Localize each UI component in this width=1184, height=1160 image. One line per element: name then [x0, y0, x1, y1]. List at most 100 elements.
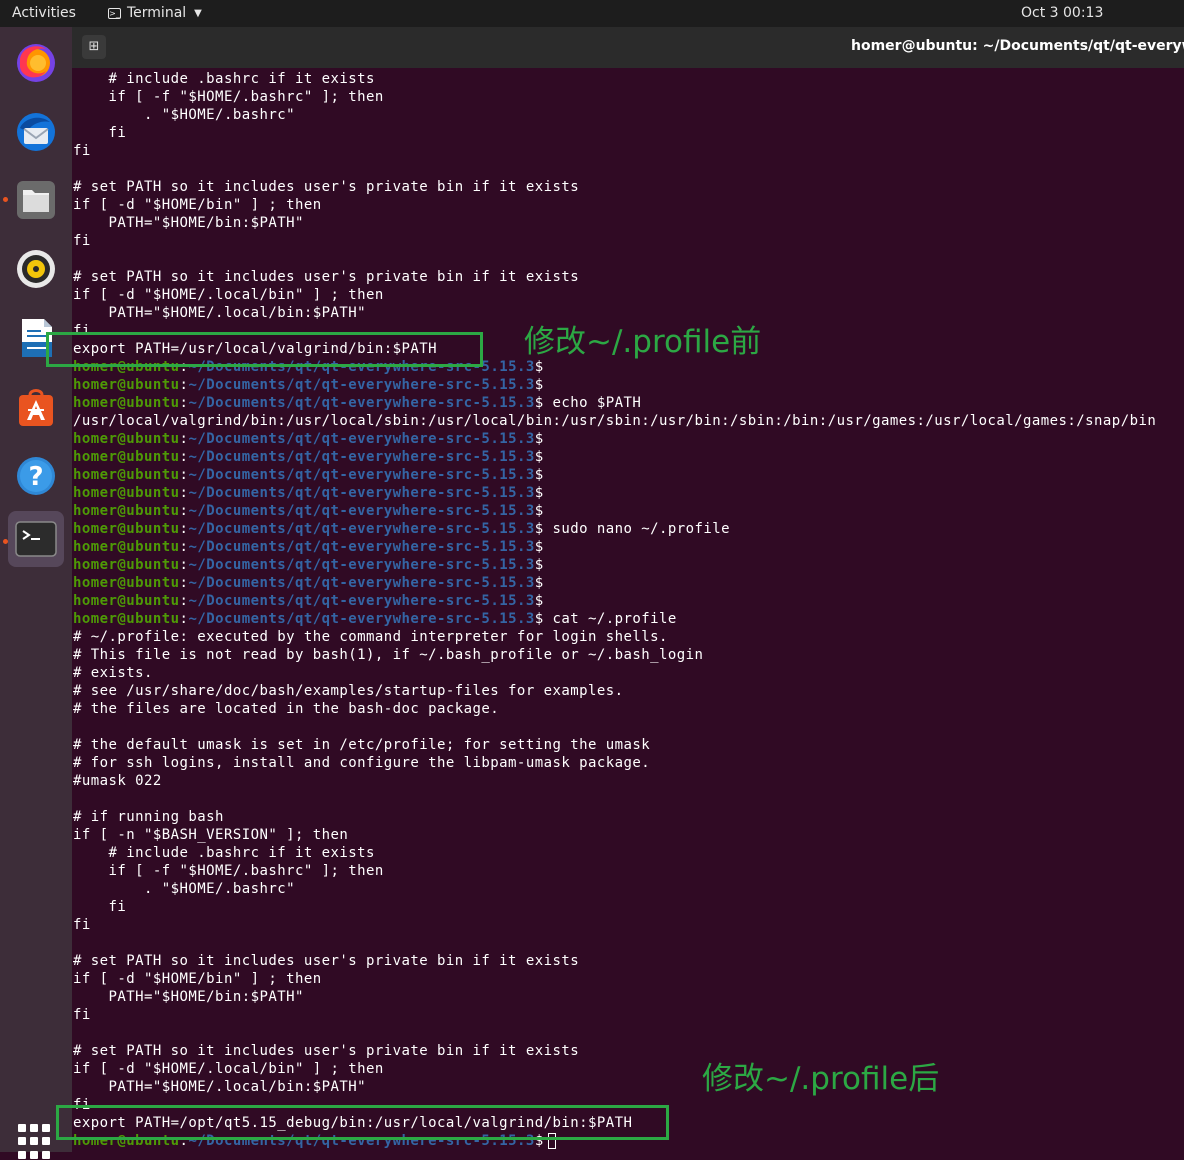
output-line: fi: [73, 1007, 91, 1023]
terminal-icon: [15, 521, 57, 557]
grid-icon: [18, 1124, 26, 1132]
output-line: # the default umask is set in /etc/profi…: [73, 737, 651, 753]
output-line: # include .bashrc if it exists: [73, 71, 375, 87]
app-menu-button[interactable]: >_ Terminal ▼: [108, 5, 202, 21]
chevron-down-icon: ▼: [194, 7, 202, 19]
output-line: #umask 022: [73, 773, 162, 789]
prompt-user: homer@ubuntu: [73, 449, 180, 465]
output-line: /usr/local/valgrind/bin:/usr/local/sbin:…: [73, 413, 1157, 429]
command-text: sudo nano ~/.profile: [543, 521, 731, 537]
dock-item-terminal[interactable]: [8, 511, 64, 567]
prompt-user: homer@ubuntu: [73, 503, 180, 519]
prompt-user: homer@ubuntu: [73, 395, 180, 411]
prompt-line: homer@ubuntu:~/Documents/qt/qt-everywher…: [73, 574, 1184, 592]
thunderbird-icon: [17, 113, 55, 151]
svg-text:?: ?: [28, 462, 43, 492]
clock[interactable]: Oct 3 00:13: [1021, 5, 1103, 21]
output-line: fi: [73, 233, 91, 249]
help-icon: ?: [17, 457, 55, 495]
rhythmbox-icon: [17, 250, 55, 288]
output-line: . "$HOME/.bashrc": [73, 107, 295, 123]
terminal-headerbar: ⊞ homer@ubuntu: ~/Documents/qt/qt-everyw…: [72, 27, 1184, 68]
prompt-symbol: $: [534, 539, 544, 555]
output-line: if [ -d "$HOME/.local/bin" ] ; then: [73, 1061, 384, 1077]
output-line: PATH="$HOME/.local/bin:$PATH": [73, 1079, 366, 1095]
new-tab-button[interactable]: ⊞: [82, 35, 106, 59]
prompt-symbol: $: [534, 377, 544, 393]
prompt-user: homer@ubuntu: [73, 593, 180, 609]
prompt-line: homer@ubuntu:~/Documents/qt/qt-everywher…: [73, 484, 1184, 502]
prompt-symbol: $: [534, 503, 544, 519]
dock-item-firefox[interactable]: [8, 35, 64, 91]
highlight-box-before: [46, 332, 483, 367]
output-line: # set PATH so it includes user's private…: [73, 179, 580, 195]
prompt-line: homer@ubuntu:~/Documents/qt/qt-everywher…: [73, 556, 1184, 574]
dock-item-files[interactable]: [8, 172, 64, 228]
output-line: if [ -f "$HOME/.bashrc" ]; then: [73, 863, 384, 879]
files-icon: [17, 181, 55, 219]
output-line: # the files are located in the bash-doc …: [73, 701, 500, 717]
dock-item-help[interactable]: ?: [8, 448, 64, 504]
output-line: # set PATH so it includes user's private…: [73, 1043, 580, 1059]
output-line: if [ -d "$HOME/.local/bin" ] ; then: [73, 287, 384, 303]
prompt-symbol: $: [534, 449, 544, 465]
output-line: fi: [73, 899, 127, 915]
dock-item-software[interactable]: [8, 379, 64, 435]
prompt-line: homer@ubuntu:~/Documents/qt/qt-everywher…: [73, 376, 1184, 394]
dock-item-thunderbird[interactable]: [8, 104, 64, 160]
dock: ?: [0, 27, 72, 1159]
prompt-line: homer@ubuntu:~/Documents/qt/qt-everywher…: [73, 592, 1184, 610]
dock-item-rhythmbox[interactable]: [8, 241, 64, 297]
firefox-icon: [17, 44, 55, 82]
prompt-user: homer@ubuntu: [73, 467, 180, 483]
annotation-after: 修改~/.profile后: [702, 1061, 940, 1097]
prompt-user: homer@ubuntu: [73, 485, 180, 501]
prompt-symbol: $: [534, 521, 544, 537]
output-line: fi: [73, 143, 91, 159]
prompt-path: ~/Documents/qt/qt-everywhere-src-5.15.3: [188, 395, 535, 411]
prompt-line: homer@ubuntu:~/Documents/qt/qt-everywher…: [73, 448, 1184, 466]
output-line: fi: [73, 125, 127, 141]
annotation-before: 修改~/.profile前: [524, 324, 762, 360]
activities-button[interactable]: Activities: [12, 5, 76, 21]
prompt-symbol: $: [534, 593, 544, 609]
prompt-user: homer@ubuntu: [73, 521, 180, 537]
app-menu-label: Terminal: [127, 5, 187, 21]
prompt-path: ~/Documents/qt/qt-everywhere-src-5.15.3: [188, 431, 535, 447]
output-line: # set PATH so it includes user's private…: [73, 953, 580, 969]
output-line: # if running bash: [73, 809, 224, 825]
output-line: # set PATH so it includes user's private…: [73, 269, 580, 285]
prompt-symbol: $: [534, 467, 544, 483]
prompt-user: homer@ubuntu: [73, 431, 180, 447]
prompt-line: homer@ubuntu:~/Documents/qt/qt-everywher…: [73, 466, 1184, 484]
output-line: . "$HOME/.bashrc": [73, 881, 295, 897]
prompt-user: homer@ubuntu: [73, 557, 180, 573]
terminal-small-icon: >_: [108, 7, 121, 19]
prompt-path: ~/Documents/qt/qt-everywhere-src-5.15.3: [188, 611, 535, 627]
command-text: cat ~/.profile: [543, 611, 677, 627]
prompt-path: ~/Documents/qt/qt-everywhere-src-5.15.3: [188, 593, 535, 609]
prompt-symbol: $: [534, 359, 544, 375]
prompt-path: ~/Documents/qt/qt-everywhere-src-5.15.3: [188, 503, 535, 519]
output-line: # This file is not read by bash(1), if ~…: [73, 647, 704, 663]
prompt-symbol: $: [534, 431, 544, 447]
show-applications-button[interactable]: [18, 1124, 54, 1160]
highlight-box-after: [56, 1105, 669, 1140]
prompt-path: ~/Documents/qt/qt-everywhere-src-5.15.3: [188, 377, 535, 393]
window-title: homer@ubuntu: ~/Documents/qt/qt-everywhe: [851, 38, 1184, 54]
prompt-line: homer@ubuntu:~/Documents/qt/qt-everywher…: [73, 610, 1184, 628]
prompt-path: ~/Documents/qt/qt-everywhere-src-5.15.3: [188, 539, 535, 555]
output-line: if [ -d "$HOME/bin" ] ; then: [73, 971, 322, 987]
command-text: echo $PATH: [543, 395, 642, 411]
prompt-line: homer@ubuntu:~/Documents/qt/qt-everywher…: [73, 538, 1184, 556]
prompt-path: ~/Documents/qt/qt-everywhere-src-5.15.3: [188, 575, 535, 591]
prompt-user: homer@ubuntu: [73, 539, 180, 555]
prompt-path: ~/Documents/qt/qt-everywhere-src-5.15.3: [188, 485, 535, 501]
output-line: if [ -n "$BASH_VERSION" ]; then: [73, 827, 349, 843]
output-line: if [ -d "$HOME/bin" ] ; then: [73, 197, 322, 213]
new-tab-icon: ⊞: [88, 39, 100, 54]
output-line: # exists.: [73, 665, 153, 681]
terminal-output[interactable]: # include .bashrc if it exists if [ -f "…: [73, 70, 1184, 1152]
